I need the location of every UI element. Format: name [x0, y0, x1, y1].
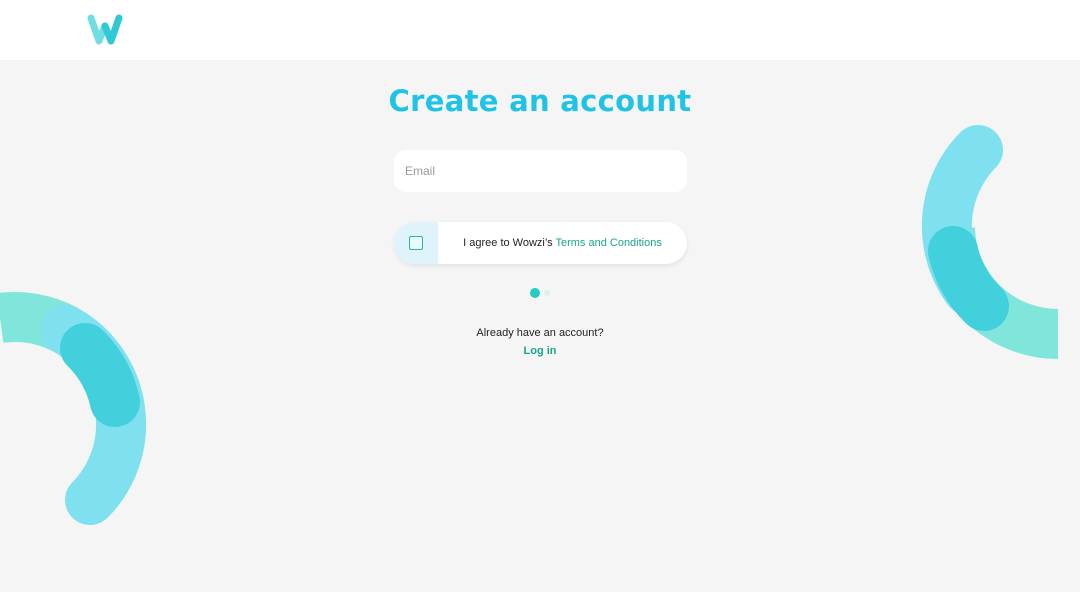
page-title: Create an account — [388, 84, 692, 118]
terms-checkbox[interactable] — [409, 236, 423, 250]
step-dot-inactive — [544, 290, 550, 296]
login-link[interactable]: Log in — [524, 345, 557, 357]
terms-checkbox-cell[interactable] — [394, 222, 438, 264]
terms-and-conditions-link[interactable]: Terms and Conditions — [555, 237, 661, 249]
terms-label: I agree to Wowzi’s Terms and Conditions — [438, 222, 687, 264]
terms-prefix-text: I agree to Wowzi’s — [463, 237, 556, 249]
email-field[interactable] — [394, 150, 687, 192]
terms-agreement-row[interactable]: I agree to Wowzi’s Terms and Conditions — [394, 222, 687, 264]
pagination-dots — [530, 288, 554, 298]
step-dot-active — [530, 288, 540, 298]
already-have-account-text: Already have an account? — [476, 327, 604, 339]
right-arc-teal — [928, 226, 1009, 331]
